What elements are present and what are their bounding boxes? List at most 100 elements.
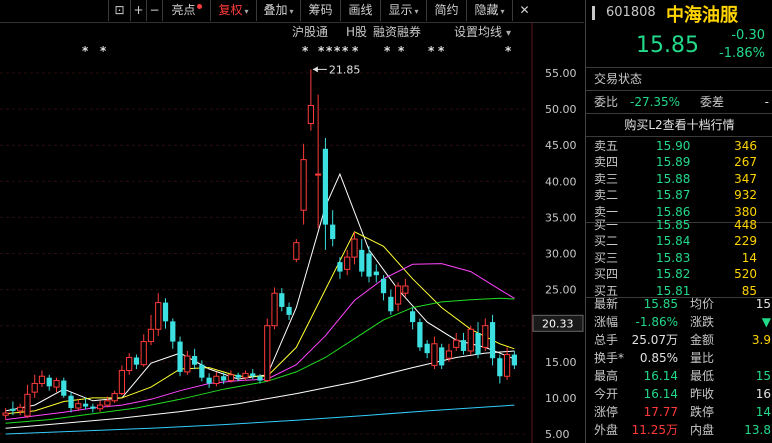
candle-body bbox=[307, 104, 314, 125]
candle-body bbox=[147, 328, 155, 343]
candle-body bbox=[96, 404, 104, 410]
draw-button[interactable]: 画线 bbox=[340, 0, 380, 21]
order-book-row[interactable]: 卖三 15.88 347 bbox=[586, 171, 772, 188]
candle-body bbox=[31, 382, 38, 393]
stat-value: 13.8 bbox=[744, 423, 771, 437]
event-star-icon: * bbox=[384, 44, 391, 58]
order-book-row[interactable]: 卖四 15.89 267 bbox=[586, 154, 772, 171]
order-book-row[interactable]: 买四 15.82 520 bbox=[586, 266, 772, 283]
moving-average-line bbox=[5, 350, 515, 429]
chart-tab[interactable]: 沪股通 bbox=[292, 25, 328, 39]
candle-body bbox=[17, 406, 24, 412]
overlay-button[interactable]: 叠加 ▾ bbox=[256, 0, 300, 21]
stat-row: 今开 16.14 昨收 16 bbox=[586, 386, 772, 403]
stat-label: 量比 bbox=[690, 351, 715, 365]
dropdown-arrow-icon: ▾ bbox=[289, 7, 294, 16]
candle-body bbox=[250, 373, 256, 377]
draw-button-label: 画线 bbox=[348, 3, 373, 17]
y-tick-label: 30.00 bbox=[545, 248, 577, 261]
candle-body bbox=[322, 148, 329, 225]
stat-label: 最新 bbox=[594, 297, 619, 311]
order-volume: 229 bbox=[734, 234, 757, 249]
event-star-icon: * bbox=[505, 44, 512, 58]
event-star-icon: * bbox=[398, 44, 405, 58]
candle-body bbox=[177, 341, 183, 372]
kline-chart[interactable]: 55.0050.0045.0040.0035.0030.0025.0020.00… bbox=[0, 22, 584, 443]
simple-button[interactable]: 简约 bbox=[426, 0, 466, 21]
candle-body bbox=[61, 380, 67, 396]
y-tick-label: 35.00 bbox=[545, 211, 577, 224]
y-tick-label: 40.00 bbox=[545, 175, 577, 188]
candle-body bbox=[394, 285, 402, 305]
stat-label: 涨停 bbox=[594, 405, 619, 419]
order-volume: 346 bbox=[734, 139, 757, 153]
candle-body bbox=[184, 355, 191, 373]
candle-body bbox=[2, 412, 9, 416]
display-button-label: 显示 bbox=[388, 3, 413, 17]
candle-body bbox=[199, 364, 205, 378]
window-icon[interactable]: ⊡ bbox=[108, 0, 130, 21]
order-level-label: 卖四 bbox=[594, 155, 619, 170]
menu-bars-icon[interactable] bbox=[592, 6, 595, 20]
candle-body bbox=[330, 224, 336, 240]
y-tick-label: 50.00 bbox=[545, 103, 577, 116]
candle-body bbox=[366, 253, 372, 277]
highlight-button[interactable]: 亮点 bbox=[162, 0, 210, 21]
candle-body bbox=[104, 400, 111, 406]
chart-tab[interactable]: H股 bbox=[346, 25, 367, 39]
dropdown-arrow-icon: ▾ bbox=[414, 7, 419, 16]
trade-status-row: 交易状态 bbox=[586, 71, 772, 88]
stat-label: 金额 bbox=[690, 333, 715, 347]
dropdown-arrow-icon: ▾ bbox=[506, 28, 511, 39]
candle-body bbox=[162, 302, 169, 322]
order-price: 15.88 bbox=[656, 171, 691, 186]
chart-tab[interactable]: 设置均线 bbox=[454, 25, 502, 39]
adjust-button[interactable]: 复权 ▾ bbox=[210, 0, 256, 21]
zoom-in-button[interactable]: + bbox=[130, 0, 146, 21]
hide-button[interactable]: 隐藏 ▾ bbox=[466, 0, 512, 21]
l2-link[interactable]: 购买L2查看十档行情 bbox=[586, 117, 772, 134]
stat-label: 换手* bbox=[594, 351, 625, 365]
weibi-value: -27.35% bbox=[630, 95, 681, 109]
panel-header: 601808 中海油服 15.85 -0.30 -1.86% bbox=[586, 0, 772, 66]
adjust-button-label: 复权 bbox=[218, 3, 243, 17]
order-book-row[interactable]: 买一 15.85 448 bbox=[586, 217, 772, 234]
candle-body bbox=[90, 406, 96, 409]
order-price: 15.82 bbox=[656, 267, 691, 282]
price-change: -0.30 bbox=[731, 28, 765, 43]
candle-body bbox=[300, 159, 307, 211]
candle-body bbox=[126, 356, 133, 371]
candle-body bbox=[242, 372, 249, 379]
order-book-row[interactable]: 买三 15.83 14 bbox=[586, 250, 772, 267]
zoom-out-button[interactable]: − bbox=[146, 0, 162, 21]
candle-body bbox=[489, 322, 496, 359]
candle-body bbox=[460, 340, 467, 351]
current-price-label: 20.33 bbox=[542, 317, 574, 330]
stat-label: 内盘 bbox=[690, 423, 715, 437]
display-button[interactable]: 显示 ▾ bbox=[380, 0, 426, 21]
order-volume: 520 bbox=[734, 267, 757, 282]
event-star-icon: * bbox=[334, 44, 341, 58]
close-button[interactable]: ✕ bbox=[512, 0, 536, 21]
candle-body bbox=[133, 357, 140, 365]
order-price: 15.89 bbox=[656, 155, 691, 170]
candle-body bbox=[380, 278, 387, 294]
stat-value: -1.86% bbox=[635, 315, 678, 329]
candle-body bbox=[337, 262, 343, 272]
order-level-label: 买三 bbox=[594, 250, 619, 265]
stat-value: 0.85% bbox=[639, 351, 678, 365]
kline-chart-svg[interactable]: 55.0050.0045.0040.0035.0030.0025.0020.00… bbox=[0, 22, 584, 443]
stat-value: 11.25万 bbox=[631, 423, 678, 437]
order-book-row[interactable]: 买二 15.84 229 bbox=[586, 233, 772, 250]
last-price: 15.85 bbox=[636, 33, 699, 58]
stat-label: 涨跌 bbox=[690, 315, 715, 329]
chart-tab[interactable]: 融资融券 bbox=[373, 24, 421, 39]
chips-button[interactable]: 筹码 bbox=[300, 0, 340, 21]
order-book-row[interactable]: 卖五 15.90 346 bbox=[586, 138, 772, 155]
stat-value: 16 bbox=[755, 387, 771, 401]
chart-toolbar: ⊡ + − 亮点 复权 ▾ 叠加 ▾ 筹码 画线 显示 ▾ 简约 隐藏 ▾ ✕ bbox=[0, 0, 584, 23]
candle-body bbox=[286, 306, 292, 315]
order-book-row[interactable]: 卖二 15.87 932 bbox=[586, 187, 772, 204]
stat-label: 外盘 bbox=[594, 423, 619, 437]
candle-body bbox=[417, 322, 423, 348]
